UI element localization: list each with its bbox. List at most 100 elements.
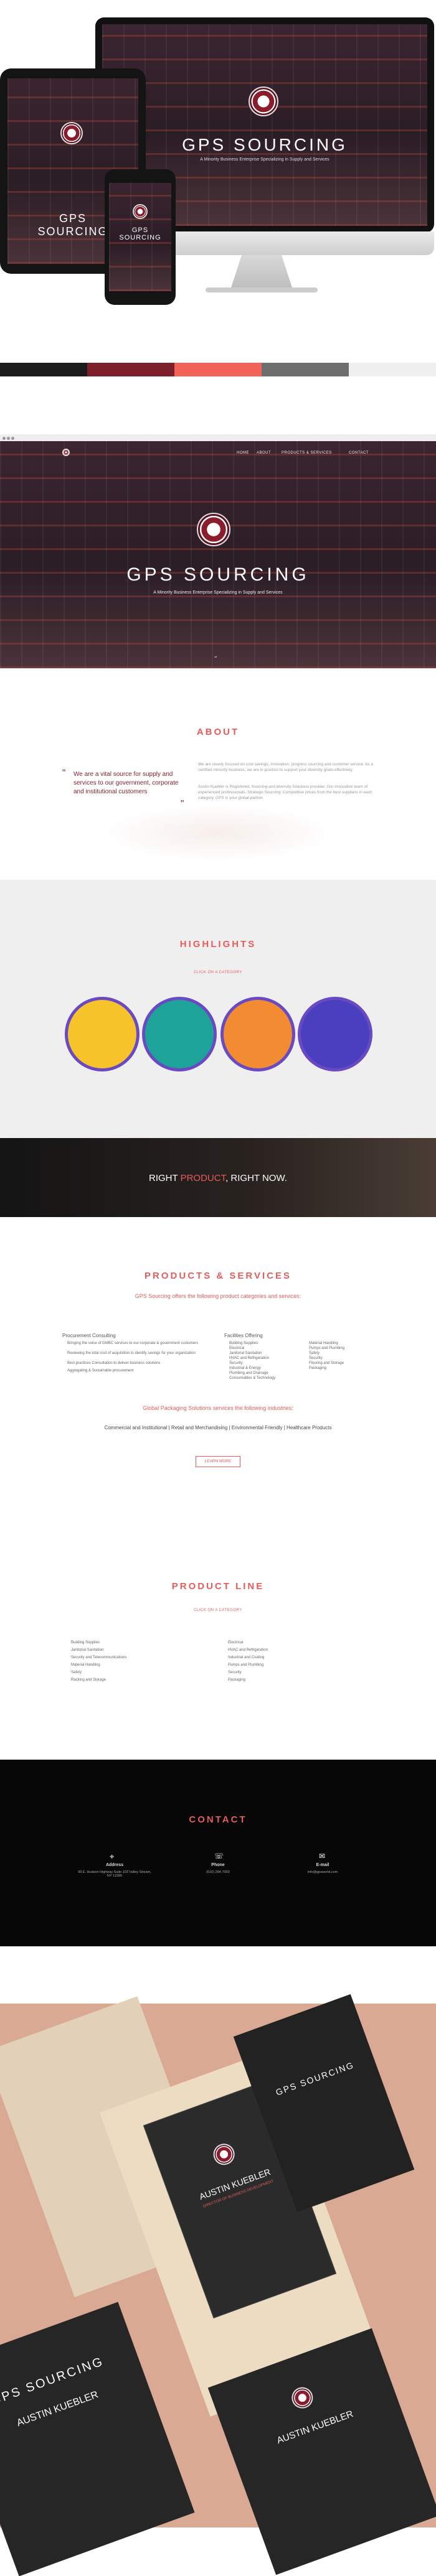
device-mockup-section: GPS SOURCING A Minority Business Enterpr…: [0, 0, 436, 330]
desktop-tagline: A Minority Business Enterprise Specializ…: [200, 157, 329, 162]
nav-about[interactable]: ABOUT: [257, 451, 271, 455]
email-label: E-mail: [316, 1863, 329, 1867]
packaging-heading: Global Packaging Solutions services the …: [143, 1405, 293, 1411]
hero-title: GPS SOURCING: [126, 564, 310, 585]
banner-accent: PRODUCT: [180, 1173, 226, 1183]
facilities-item: Consumables & Technology: [229, 1376, 276, 1380]
highlights-section: HIGHLIGHTS CLICK ON A CATEGORY: [0, 880, 436, 1138]
products-services-section: PRODUCTS & SERVICES GPS Sourcing offers …: [0, 1217, 436, 1520]
procurement-item: Aggregating & Sustainable procurement: [67, 1369, 134, 1373]
products-intro: GPS Sourcing offers the following produc…: [135, 1293, 301, 1299]
scroll-down-icon[interactable]: ⌄: [213, 653, 218, 660]
highlights-title: HIGHLIGHTS: [179, 939, 257, 950]
hero-logo-seal-icon: [197, 513, 230, 546]
window-dot-icon[interactable]: [11, 437, 14, 440]
facilities-item: HVAC and Refrigeration: [229, 1356, 269, 1360]
product-line-item[interactable]: Security: [228, 1671, 242, 1674]
procurement-item: Reviewing the total cost of acquisition …: [67, 1351, 196, 1355]
phone-value[interactable]: (516) 284-7003: [181, 1870, 255, 1874]
product-line-item[interactable]: HVAC and Refrigeration: [228, 1648, 268, 1652]
address-label: Address: [105, 1863, 123, 1867]
window-dot-icon[interactable]: [2, 437, 6, 440]
products-title: PRODUCTS & SERVICES: [145, 1271, 291, 1281]
phone-label: Phone: [211, 1863, 225, 1867]
facilities-item: Flooring and Storage: [309, 1361, 344, 1365]
palette-swatch-coral: [174, 363, 262, 376]
logo-seal-icon: [60, 122, 83, 144]
about-paragraph-2: Austin Kuebler is Registered, Sourcing a…: [198, 785, 372, 800]
location-pin-icon: ⌖: [110, 1852, 115, 1861]
product-line-item[interactable]: Security and Telecommunications: [71, 1656, 126, 1659]
product-line-item[interactable]: Janitorial Sanitation: [71, 1648, 103, 1652]
right-product-banner: RIGHT PRODUCT, RIGHT NOW.: [0, 1138, 436, 1217]
highlight-warehouse-icon[interactable]: [65, 997, 140, 1071]
product-line-item[interactable]: Safety: [71, 1671, 82, 1674]
banner-post: , RIGHT NOW.: [225, 1173, 287, 1183]
card-name: AUSTIN KUEBLER: [197, 2167, 272, 2202]
palette-swatch-black: [0, 363, 87, 376]
card-logo-icon: [288, 2384, 316, 2412]
business-card-mockup: AUSTIN KUEBLER DIRECTOR OF BUSINESS DEVE…: [0, 1994, 436, 2576]
hero-section: HOME ABOUT PRODUCTS & SERVICES CONTACT G…: [0, 441, 436, 668]
product-line-item[interactable]: Industrial and Coating: [228, 1656, 264, 1659]
procurement-heading: Procurement Consulting: [62, 1333, 116, 1338]
nav-contact[interactable]: CONTACT: [349, 451, 369, 455]
product-line-subtitle: CLICK ON A CATEGORY: [194, 1608, 242, 1612]
about-title: ABOUT: [196, 727, 240, 737]
about-paragraph-1: We are clearly focused on cost savings, …: [198, 762, 373, 772]
monitor-stand: [230, 255, 293, 289]
email-value[interactable]: info@gpsworld.com: [285, 1870, 360, 1874]
quote-open-icon: “: [62, 768, 66, 778]
palette-swatch-maroon: [87, 363, 174, 376]
highlights-subtitle: CLICK ON A CATEGORY: [194, 971, 242, 974]
product-line-item[interactable]: Building Supplies: [71, 1641, 100, 1645]
hero-tagline: A Minority Business Enterprise Specializ…: [153, 590, 283, 595]
banner-text: RIGHT PRODUCT, RIGHT NOW.: [0, 1173, 436, 1183]
facilities-item: Security: [229, 1361, 243, 1365]
nav-home[interactable]: HOME: [237, 451, 249, 455]
facilities-item: Safety: [309, 1351, 320, 1355]
monitor-foot: [206, 287, 318, 292]
card-logo-icon: [210, 2140, 238, 2168]
product-line-item[interactable]: Packaging: [228, 1678, 245, 1682]
contact-section: CONTACT ⌖ Address 99 E. Hudson Highway S…: [0, 1760, 436, 1946]
logo-seal-icon: [133, 204, 148, 219]
procurement-item: Best practices Consultation to deliver b…: [67, 1361, 161, 1365]
card-stack-left: GPS SOURCING AUSTIN KUEBLER: [0, 2302, 195, 2576]
handshake-image: [100, 805, 336, 861]
product-line-item[interactable]: Pumps and Plumbing: [228, 1663, 263, 1667]
phone-screen: GPS SOURCING: [109, 183, 171, 291]
logo-seal-icon: [249, 86, 278, 116]
product-line-item[interactable]: Electrical: [228, 1641, 243, 1645]
highlight-piggybank-icon[interactable]: [298, 997, 372, 1071]
facilities-item: Industrial & Energy: [229, 1366, 261, 1370]
contact-title: CONTACT: [189, 1814, 247, 1825]
highlight-gears-icon[interactable]: [220, 997, 295, 1071]
banner-pre: RIGHT: [149, 1173, 181, 1183]
procurement-item: Bringing the voice of GMBC services to o…: [67, 1342, 199, 1345]
facilities-item: Plumbing and Drainage: [229, 1371, 268, 1375]
window-dot-icon[interactable]: [7, 437, 10, 440]
browser-bar: [0, 434, 436, 441]
email-icon: ✉: [319, 1852, 326, 1860]
nav-products[interactable]: PRODUCTS & SERVICES: [282, 451, 332, 455]
address-value: 99 E. Hudson Highway Suite 103 Valley St…: [78, 1870, 151, 1878]
highlight-people-icon[interactable]: [142, 997, 217, 1071]
facilities-heading: Facilities Offering: [224, 1333, 263, 1338]
palette-swatch-gray: [262, 363, 349, 376]
card-name: AUSTIN KUEBLER: [275, 2408, 355, 2447]
facilities-item: Pumps and Plumbing: [309, 1346, 345, 1350]
product-line-title: PRODUCT LINE: [171, 1581, 265, 1592]
desktop-brand-title: GPS SOURCING: [182, 135, 348, 154]
facilities-item: Security: [309, 1356, 323, 1360]
about-section: ABOUT “ We are a vital source for supply…: [0, 668, 436, 880]
product-line-item[interactable]: Material Handling: [71, 1663, 100, 1667]
nav-logo-icon[interactable]: [62, 449, 70, 456]
facilities-item: Material Handling: [309, 1342, 338, 1345]
learn-more-button[interactable]: LEARN MORE: [196, 1456, 240, 1467]
phone-brand-title: GPS SOURCING: [119, 226, 161, 241]
facilities-item: Packaging: [309, 1366, 327, 1370]
product-line-item[interactable]: Racking and Storage: [71, 1678, 106, 1682]
facilities-item: Electrical: [229, 1346, 245, 1350]
card-brand: GPS SOURCING: [274, 2060, 356, 2098]
